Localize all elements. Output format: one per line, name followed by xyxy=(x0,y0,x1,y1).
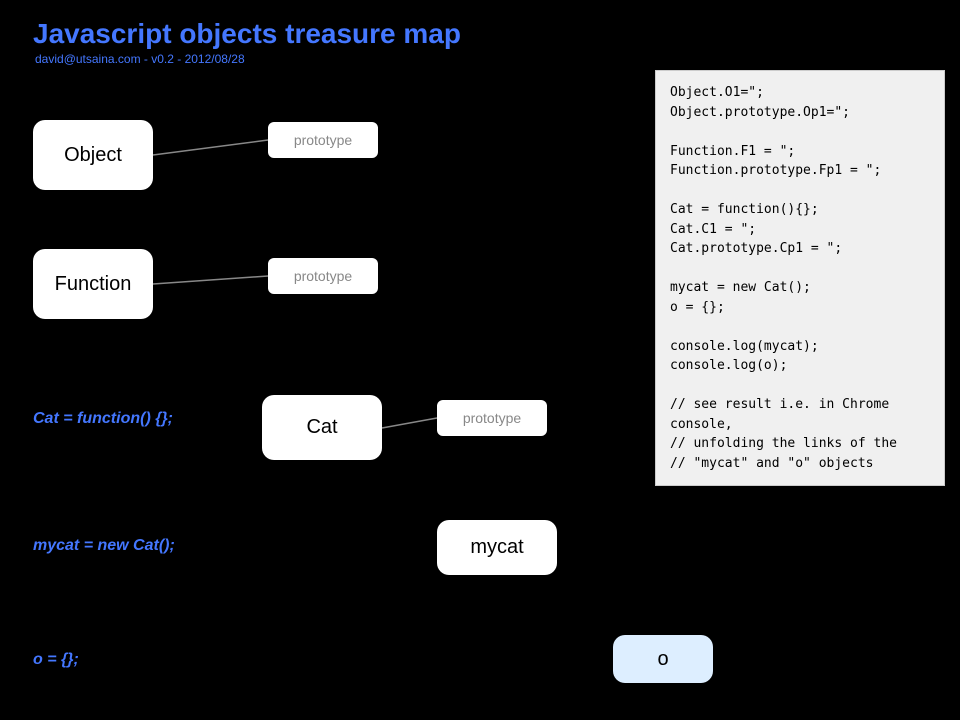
code-line-4: Function.prototype.Fp1 = "; xyxy=(670,161,930,181)
mycat-def-label: mycat = new Cat(); xyxy=(33,537,175,555)
cat-prototype-node: prototype xyxy=(437,400,547,436)
code-line-10: console.log(mycat); xyxy=(670,337,930,357)
object-prototype-node: prototype xyxy=(268,122,378,158)
object-node: Object xyxy=(33,120,153,190)
code-line-2: Object.prototype.Op1="; xyxy=(670,103,930,123)
cat-def-label: Cat = function() {}; xyxy=(33,410,173,428)
code-line-5: Cat = function(){}; xyxy=(670,200,930,220)
code-line-8: mycat = new Cat(); xyxy=(670,278,930,298)
o-def-label: o = {}; xyxy=(33,651,79,669)
code-line-12: // see result i.e. in Chrome console, xyxy=(670,395,930,434)
page-subtitle: david@utsaina.com - v0.2 - 2012/08/28 xyxy=(35,52,245,66)
code-box: Object.O1="; Object.prototype.Op1="; Fun… xyxy=(655,70,945,486)
function-prototype-node: prototype xyxy=(268,258,378,294)
code-line-1: Object.O1="; xyxy=(670,83,930,103)
code-line-13: // unfolding the links of the xyxy=(670,434,930,454)
function-node: Function xyxy=(33,249,153,319)
code-line-11: console.log(o); xyxy=(670,356,930,376)
code-line-6: Cat.C1 = "; xyxy=(670,220,930,240)
code-line-3: Function.F1 = "; xyxy=(670,142,930,162)
code-line-7: Cat.prototype.Cp1 = "; xyxy=(670,239,930,259)
mycat-node: mycat xyxy=(437,520,557,575)
cat-node: Cat xyxy=(262,395,382,460)
code-line-14: // "mycat" and "o" objects xyxy=(670,454,930,474)
code-line-9: o = {}; xyxy=(670,298,930,318)
page-title: Javascript objects treasure map xyxy=(33,18,461,50)
o-node: o xyxy=(613,635,713,683)
